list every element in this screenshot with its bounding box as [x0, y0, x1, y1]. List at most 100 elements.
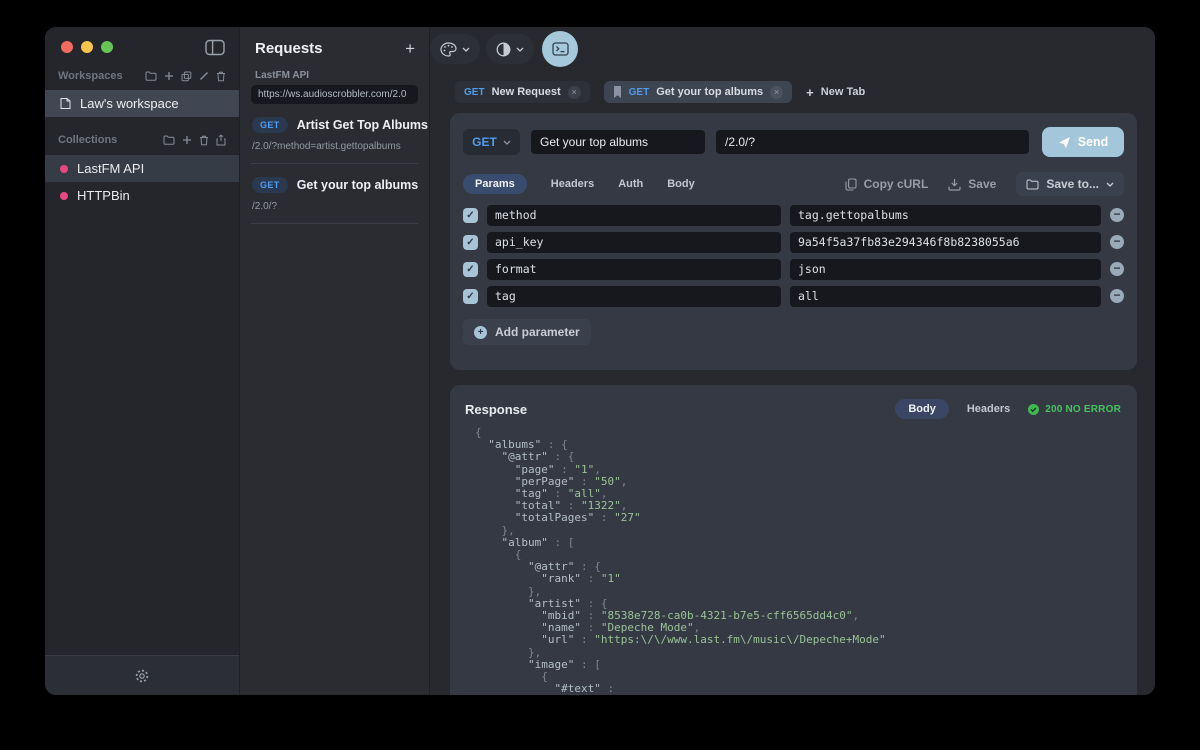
param-row: ✓ method tag.gettopalbums −	[463, 205, 1124, 225]
document-icon	[60, 97, 71, 110]
collection-dot-icon	[60, 192, 68, 200]
sidebar-item-collection-httpbin[interactable]: HTTPBin	[45, 182, 239, 209]
workspace-name: Law's workspace	[80, 96, 179, 111]
request-name-input[interactable]: Get your top albums	[531, 130, 705, 154]
workspaces-label: Workspaces	[58, 70, 123, 82]
folder-icon[interactable]	[145, 71, 157, 81]
response-tab-body[interactable]: Body	[895, 399, 949, 419]
theme-palette-button[interactable]	[430, 34, 480, 64]
duplicate-icon[interactable]	[181, 71, 192, 82]
param-value-input[interactable]: all	[790, 286, 1101, 307]
param-key-input[interactable]: api_key	[487, 232, 781, 253]
app-window: Workspaces Law's workspace Collections L…	[45, 27, 1155, 695]
remove-param-button[interactable]: −	[1110, 289, 1124, 303]
workspaces-section-header: Workspaces	[45, 70, 239, 82]
request-list-item[interactable]: GET Get your top albums /2.0/?	[251, 164, 418, 224]
method-select[interactable]: GET	[463, 129, 520, 155]
param-value-input[interactable]: json	[790, 259, 1101, 280]
request-list-item[interactable]: GET Artist Get Top Albums /2.0/?method=a…	[251, 104, 418, 164]
add-parameter-button[interactable]: + Add parameter	[463, 319, 591, 345]
method-badge: GET	[252, 117, 288, 133]
response-body[interactable]: { "albums" : { "@attr" : { "page" : "1",…	[450, 427, 1137, 695]
requests-panel: Requests + LastFM API https://ws.audiosc…	[239, 27, 430, 695]
add-request-button[interactable]: +	[405, 40, 415, 57]
tab-body[interactable]: Body	[667, 178, 695, 190]
palette-icon	[440, 42, 457, 57]
trash-icon[interactable]	[216, 71, 226, 82]
requests-panel-title: Requests	[255, 40, 405, 57]
sidebar-toggle-icon[interactable]	[205, 39, 225, 56]
add-workspace-icon[interactable]	[164, 71, 174, 81]
response-status: 200 NO ERROR	[1028, 404, 1121, 415]
plus-icon: +	[806, 85, 814, 100]
copy-curl-label: Copy cURL	[864, 177, 929, 191]
param-checkbox[interactable]: ✓	[463, 235, 478, 250]
new-tab-label: New Tab	[821, 86, 865, 98]
tab-method: GET	[629, 87, 650, 98]
tab-headers[interactable]: Headers	[551, 178, 594, 190]
base-url-field[interactable]: https://ws.audioscrobbler.com/2.0	[251, 85, 418, 104]
response-title: Response	[465, 402, 895, 417]
close-tab-icon[interactable]: ×	[770, 86, 783, 99]
save-to-dropdown[interactable]: Save to...	[1016, 172, 1124, 196]
save-icon	[948, 178, 961, 191]
tab-title: Get your top albums	[656, 86, 763, 98]
close-tab-icon[interactable]: ×	[568, 86, 581, 99]
collection-name: LastFM API	[77, 161, 144, 176]
paper-plane-icon	[1058, 136, 1071, 149]
collection-name: HTTPBin	[77, 188, 130, 203]
remove-param-button[interactable]: −	[1110, 208, 1124, 222]
plus-circle-icon: +	[474, 326, 487, 339]
param-row: ✓ tag all −	[463, 286, 1124, 306]
trash-icon[interactable]	[199, 135, 209, 146]
tab-auth[interactable]: Auth	[618, 178, 643, 190]
param-checkbox[interactable]: ✓	[463, 289, 478, 304]
method-badge: GET	[252, 177, 288, 193]
chevron-down-icon	[503, 140, 511, 145]
request-url-input[interactable]: /2.0/?	[716, 130, 1029, 154]
folder-icon[interactable]	[163, 135, 175, 145]
toolbar	[430, 27, 1155, 67]
param-key-input[interactable]: method	[487, 205, 781, 226]
console-button[interactable]	[542, 31, 578, 67]
appearance-contrast-button[interactable]	[486, 34, 534, 64]
chevron-down-icon	[1106, 182, 1114, 187]
remove-param-button[interactable]: −	[1110, 235, 1124, 249]
request-editor: GET Get your top albums /2.0/? Send Para…	[450, 113, 1137, 370]
response-tab-headers[interactable]: Headers	[967, 403, 1010, 415]
zoom-window-button[interactable]	[101, 41, 113, 53]
tab-bar: GET New Request × GET Get your top album…	[430, 67, 1155, 103]
new-tab-button[interactable]: + New Tab	[806, 85, 865, 100]
sidebar-item-collection-lastfm[interactable]: LastFM API	[45, 155, 239, 182]
bookmark-icon	[613, 86, 622, 98]
close-window-button[interactable]	[61, 41, 73, 53]
settings-gear-icon[interactable]	[134, 668, 150, 684]
remove-param-button[interactable]: −	[1110, 262, 1124, 276]
param-checkbox[interactable]: ✓	[463, 262, 478, 277]
minimize-window-button[interactable]	[81, 41, 93, 53]
param-value-input[interactable]: tag.gettopalbums	[790, 205, 1101, 226]
edit-icon[interactable]	[199, 71, 209, 81]
param-checkbox[interactable]: ✓	[463, 208, 478, 223]
tab-params[interactable]: Params	[463, 174, 527, 194]
tab-get-your-top-albums[interactable]: GET Get your top albums ×	[604, 81, 793, 103]
send-label: Send	[1078, 135, 1109, 149]
param-key-input[interactable]: tag	[487, 286, 781, 307]
method-value: GET	[472, 135, 497, 149]
params-list: ✓ method tag.gettopalbums − ✓ api_key 9a…	[463, 205, 1124, 306]
param-key-input[interactable]: format	[487, 259, 781, 280]
sidebar-footer	[45, 655, 239, 695]
param-value-input[interactable]: 9a54f5a37fb83e294346f8b8238055a6	[790, 232, 1101, 253]
tab-new-request[interactable]: GET New Request ×	[455, 81, 590, 103]
sidebar-item-workspace[interactable]: Law's workspace	[45, 90, 239, 117]
save-button[interactable]: Save	[948, 177, 996, 191]
copy-curl-button[interactable]: Copy cURL	[845, 177, 929, 191]
send-button[interactable]: Send	[1042, 127, 1124, 157]
add-collection-icon[interactable]	[182, 135, 192, 145]
response-panel: Response Body Headers 200 NO ERROR { "al…	[450, 385, 1137, 695]
copy-icon	[845, 178, 857, 191]
share-icon[interactable]	[216, 134, 226, 146]
status-text: 200 NO ERROR	[1045, 404, 1121, 415]
folder-icon	[1026, 179, 1039, 190]
collection-label: LastFM API	[240, 57, 429, 85]
